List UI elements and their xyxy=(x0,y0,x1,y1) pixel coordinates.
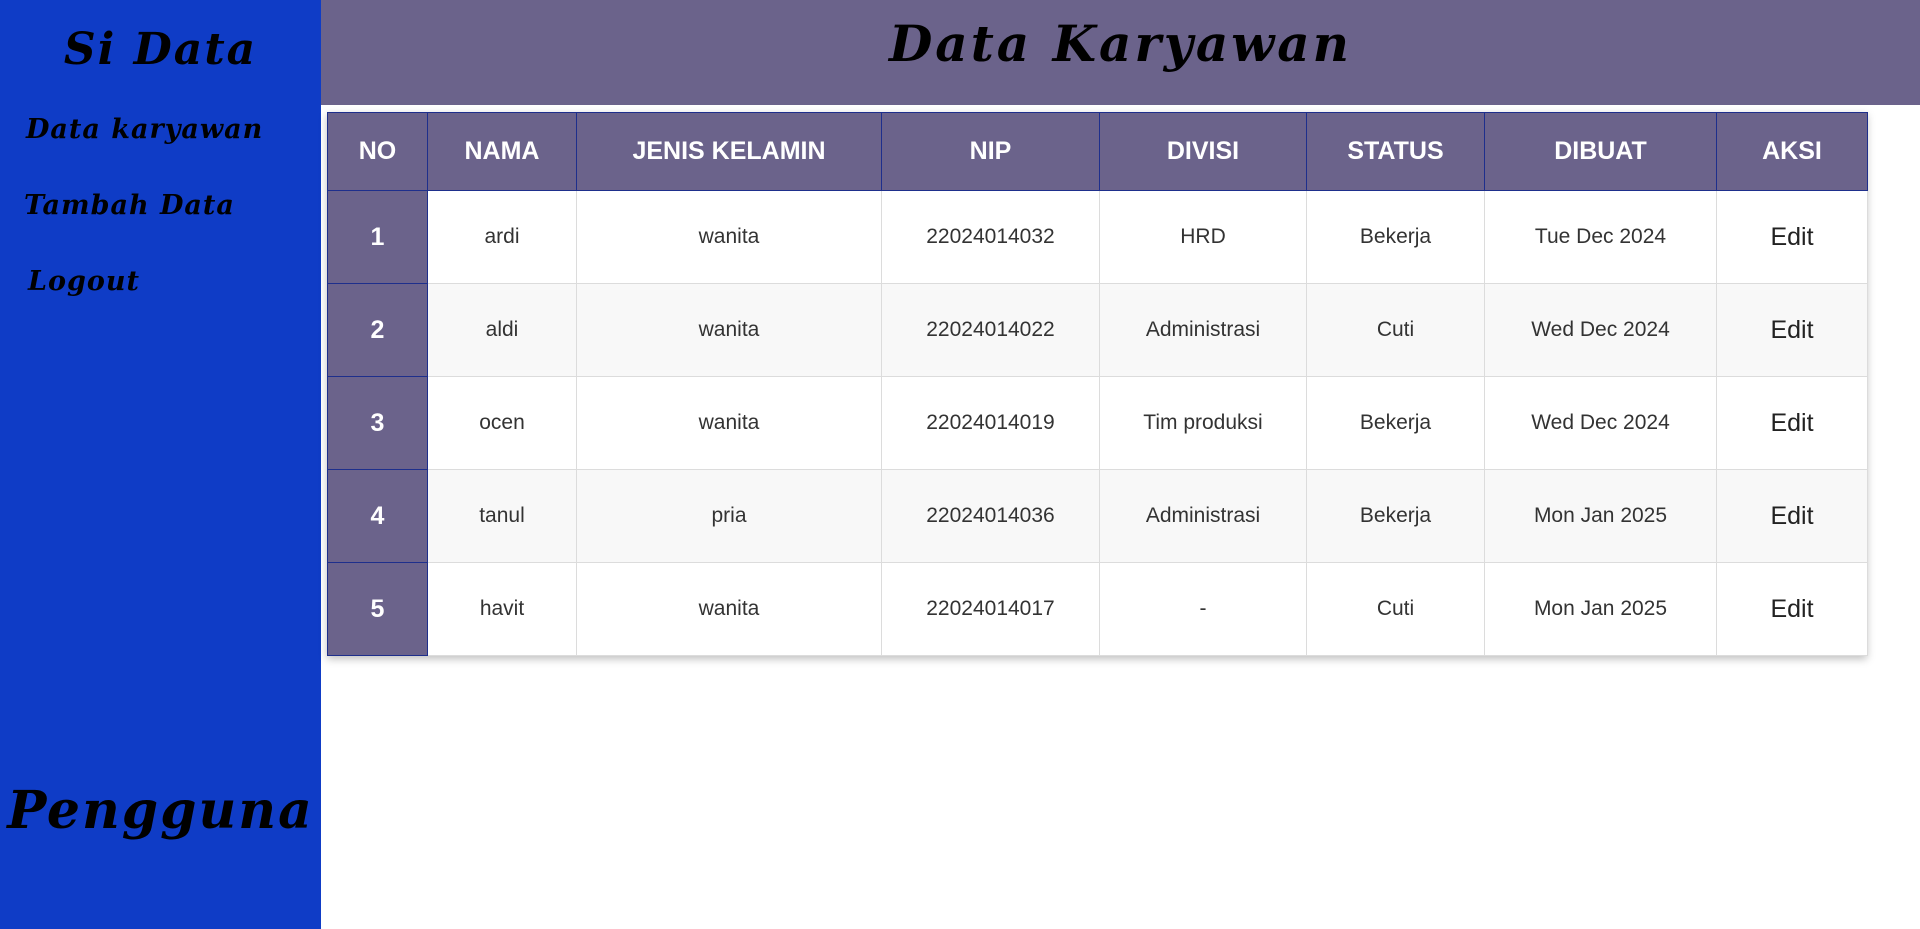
cell-nama: ardi xyxy=(427,190,577,284)
table-row: 4 tanul pria 22024014036 Administrasi Be… xyxy=(327,469,1868,563)
cell-divisi: Tim produksi xyxy=(1099,376,1307,470)
cell-jenis-kelamin: pria xyxy=(576,469,882,563)
cell-status: Bekerja xyxy=(1306,469,1485,563)
header: Data Karyawan xyxy=(321,0,1920,105)
cell-aksi: Edit xyxy=(1716,376,1868,470)
column-header-no: NO xyxy=(327,112,428,191)
cell-nip: 22024014017 xyxy=(881,562,1100,656)
cell-status: Bekerja xyxy=(1306,190,1485,284)
edit-link[interactable]: Edit xyxy=(1770,223,1813,251)
column-header-nama: NAMA xyxy=(427,112,577,191)
user-label: Pengguna xyxy=(7,780,314,841)
cell-aksi: Edit xyxy=(1716,190,1868,284)
table-row: 2 aldi wanita 22024014022 Administrasi C… xyxy=(327,283,1868,377)
edit-link[interactable]: Edit xyxy=(1770,316,1813,344)
employee-table-container: NO NAMA JENIS KELAMIN NIP DIVISI STATUS … xyxy=(327,112,1868,656)
cell-no: 4 xyxy=(327,469,428,563)
cell-aksi: Edit xyxy=(1716,562,1868,656)
cell-jenis-kelamin: wanita xyxy=(576,283,882,377)
cell-status: Cuti xyxy=(1306,283,1485,377)
column-header-divisi: DIVISI xyxy=(1099,112,1307,191)
cell-aksi: Edit xyxy=(1716,283,1868,377)
column-header-status: STATUS xyxy=(1306,112,1485,191)
cell-status: Cuti xyxy=(1306,562,1485,656)
sidebar-item-data-karyawan[interactable]: Data karyawan xyxy=(26,114,263,145)
cell-divisi: Administrasi xyxy=(1099,469,1307,563)
employee-table: NO NAMA JENIS KELAMIN NIP DIVISI STATUS … xyxy=(327,112,1868,656)
table-row: 3 ocen wanita 22024014019 Tim produksi B… xyxy=(327,376,1868,470)
cell-nama: tanul xyxy=(427,469,577,563)
cell-jenis-kelamin: wanita xyxy=(576,376,882,470)
cell-divisi: - xyxy=(1099,562,1307,656)
column-header-dibuat: DIBUAT xyxy=(1484,112,1717,191)
cell-no: 5 xyxy=(327,562,428,656)
cell-nama: aldi xyxy=(427,283,577,377)
cell-nama: havit xyxy=(427,562,577,656)
column-header-jenis-kelamin: JENIS KELAMIN xyxy=(576,112,882,191)
cell-divisi: Administrasi xyxy=(1099,283,1307,377)
table-row: 1 ardi wanita 22024014032 HRD Bekerja Tu… xyxy=(327,190,1868,284)
cell-nip: 22024014032 xyxy=(881,190,1100,284)
cell-aksi: Edit xyxy=(1716,469,1868,563)
cell-nip: 22024014019 xyxy=(881,376,1100,470)
column-header-aksi: AKSI xyxy=(1716,112,1868,191)
cell-nama: ocen xyxy=(427,376,577,470)
column-header-nip: NIP xyxy=(881,112,1100,191)
cell-dibuat: Tue Dec 2024 xyxy=(1484,190,1717,284)
edit-link[interactable]: Edit xyxy=(1770,502,1813,530)
sidebar: Si Data Data karyawan Tambah Data Logout… xyxy=(0,0,321,929)
edit-link[interactable]: Edit xyxy=(1770,595,1813,623)
edit-link[interactable]: Edit xyxy=(1770,409,1813,437)
cell-jenis-kelamin: wanita xyxy=(576,562,882,656)
cell-status: Bekerja xyxy=(1306,376,1485,470)
cell-no: 2 xyxy=(327,283,428,377)
cell-dibuat: Wed Dec 2024 xyxy=(1484,376,1717,470)
sidebar-item-logout[interactable]: Logout xyxy=(28,266,140,297)
cell-no: 1 xyxy=(327,190,428,284)
table-header-row: NO NAMA JENIS KELAMIN NIP DIVISI STATUS … xyxy=(327,112,1868,191)
cell-dibuat: Mon Jan 2025 xyxy=(1484,469,1717,563)
cell-dibuat: Mon Jan 2025 xyxy=(1484,562,1717,656)
table-row: 5 havit wanita 22024014017 - Cuti Mon Ja… xyxy=(327,562,1868,656)
brand-title: Si Data xyxy=(63,24,258,75)
cell-nip: 22024014022 xyxy=(881,283,1100,377)
cell-nip: 22024014036 xyxy=(881,469,1100,563)
cell-jenis-kelamin: wanita xyxy=(576,190,882,284)
cell-dibuat: Wed Dec 2024 xyxy=(1484,283,1717,377)
sidebar-item-tambah-data[interactable]: Tambah Data xyxy=(24,190,235,221)
cell-divisi: HRD xyxy=(1099,190,1307,284)
cell-no: 3 xyxy=(327,376,428,470)
page-title: Data Karyawan xyxy=(888,14,1353,73)
